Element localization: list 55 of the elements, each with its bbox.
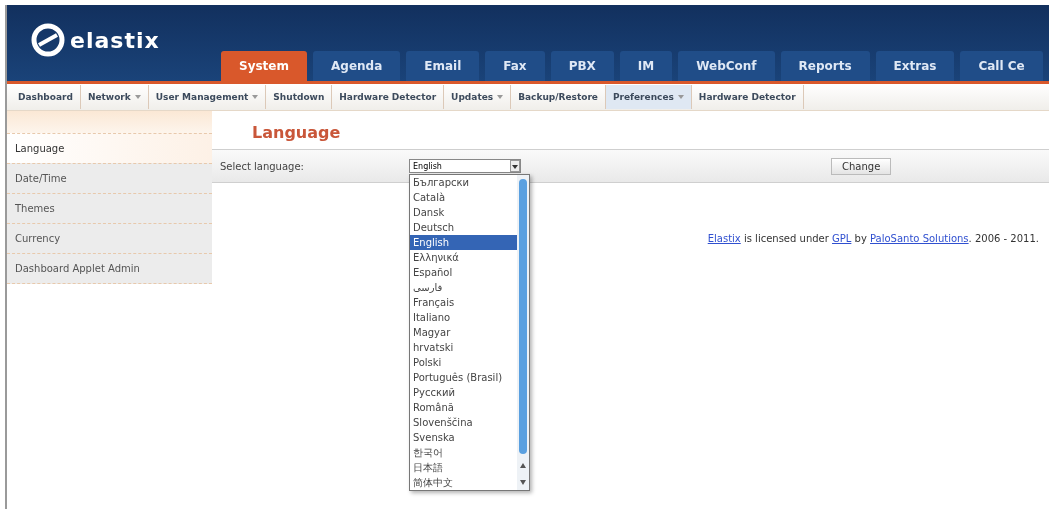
dropdown-option[interactable]: 简体中文 xyxy=(410,475,517,490)
dropdown-option[interactable]: 日本語 xyxy=(410,460,517,475)
dropdown-option[interactable]: Català xyxy=(410,190,517,205)
footer-link[interactable]: PaloSanto Solutions xyxy=(870,233,969,244)
field-label: Select language: xyxy=(220,160,305,172)
footer-link[interactable]: Elastix xyxy=(707,233,741,244)
sidebar-item[interactable]: Currency xyxy=(7,223,212,253)
sidebar-item[interactable]: Language xyxy=(7,133,212,163)
nav-tab[interactable]: System xyxy=(221,51,307,81)
dropdown-option[interactable]: Español xyxy=(410,265,517,280)
sub-tab[interactable]: Network xyxy=(80,85,149,109)
sub-tab[interactable]: Shutdown xyxy=(266,85,333,109)
dropdown-option[interactable]: hrvatski xyxy=(410,340,517,355)
change-button[interactable]: Change xyxy=(831,157,892,175)
dropdown-option[interactable]: Русский xyxy=(410,385,517,400)
dropdown-option[interactable]: Română xyxy=(410,400,517,415)
dropdown-option[interactable]: Deutsch xyxy=(410,220,517,235)
dropdown-option[interactable]: English xyxy=(410,235,517,250)
nav-tab[interactable]: WebConf xyxy=(678,51,775,81)
sidebar-item[interactable]: Dashboard Applet Admin xyxy=(7,253,212,284)
sub-tab[interactable]: Hardware Detector xyxy=(332,85,445,109)
nav-tab[interactable]: IM xyxy=(619,51,673,81)
dropdown-option[interactable]: Italiano xyxy=(410,310,517,325)
nav-tab[interactable]: Reports xyxy=(780,51,870,81)
dropdown-option[interactable]: Polski xyxy=(410,355,517,370)
page-title: Language xyxy=(251,123,342,144)
logo-text: elastix xyxy=(70,27,160,53)
nav-tab[interactable]: Fax xyxy=(485,51,545,81)
sub-tab[interactable]: User Management xyxy=(148,85,267,109)
dropdown-option[interactable]: Svenska xyxy=(410,430,517,445)
dropdown-option[interactable]: Magyar xyxy=(410,325,517,340)
sidebar-item[interactable]: Themes xyxy=(7,193,212,223)
dropdown-option[interactable]: فارسی xyxy=(410,280,517,295)
sub-tab[interactable]: Hardware Detector xyxy=(691,85,804,109)
dropdown-option[interactable]: Български xyxy=(410,175,517,190)
dropdown-option[interactable]: Dansk xyxy=(410,205,517,220)
nav-tab[interactable]: Extras xyxy=(875,51,955,81)
nav-tab[interactable]: Email xyxy=(406,51,480,81)
nav-tab[interactable]: Call Ce xyxy=(960,51,1043,81)
dropdown-option[interactable]: Português (Brasil) xyxy=(410,370,517,385)
nav-tab[interactable]: Agenda xyxy=(313,51,401,81)
dropdown-option[interactable]: 한국어 xyxy=(410,445,517,460)
dropdown-option[interactable]: Slovenščina xyxy=(410,415,517,430)
sub-tab[interactable]: Preferences xyxy=(605,85,692,109)
footer-link[interactable]: GPL xyxy=(832,233,852,244)
logo-icon xyxy=(31,23,65,57)
dropdown-option[interactable]: Ελληνικά xyxy=(410,250,517,265)
sidebar-item[interactable]: Date/Time xyxy=(7,163,212,193)
language-select[interactable]: English xyxy=(409,159,521,173)
nav-tab[interactable]: PBX xyxy=(550,51,614,81)
license-text: Elastix is licensed under GPL by PaloSanto Solutions. 2006 - 2011. xyxy=(707,233,1039,244)
sub-tab[interactable]: Backup/Restore xyxy=(511,85,606,109)
sub-tab[interactable]: Updates xyxy=(444,85,512,109)
dropdown-option[interactable]: Français xyxy=(410,295,517,310)
sub-tab[interactable]: Dashboard xyxy=(11,85,81,109)
